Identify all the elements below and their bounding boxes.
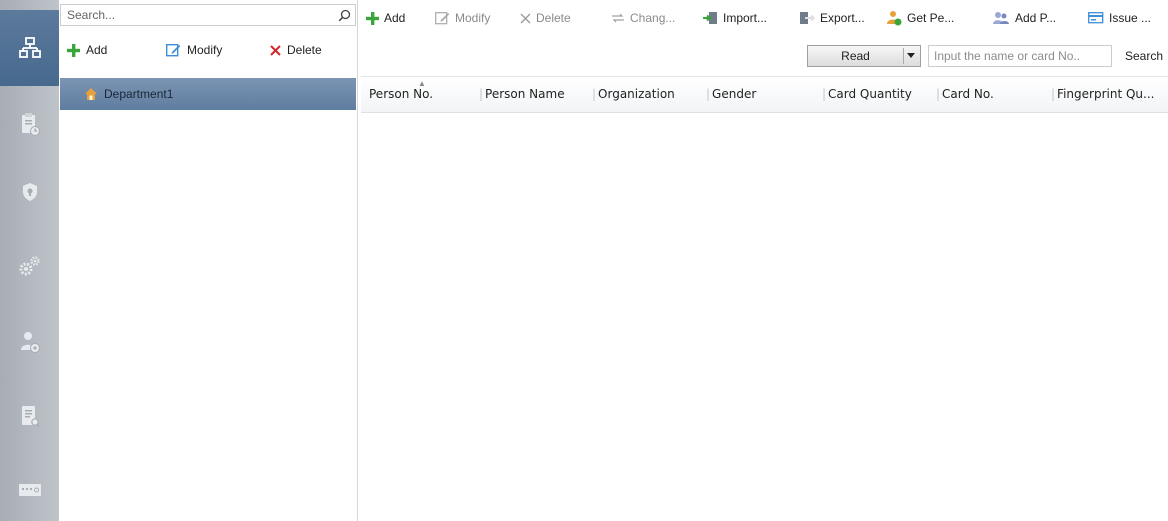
person-add-button[interactable]: Add [366,8,405,28]
tree-item-department[interactable]: Department1 [60,78,356,110]
home-icon [84,87,98,101]
edit-icon [166,44,181,57]
organization-delete-label: Delete [287,43,322,57]
organization-delete-button[interactable]: Delete [270,40,322,60]
person-add-label: Add [384,11,406,25]
column-header-person-no[interactable]: Person No. [369,77,433,112]
person-delete-button[interactable]: Delete [520,8,571,28]
people-add-icon [993,11,1009,24]
column-header-gender[interactable]: | Gender [706,77,756,112]
person-settings-icon [20,332,40,353]
organization-modify-button[interactable]: Modify [166,40,222,60]
organization-search-box [60,4,356,26]
column-header-fingerprint[interactable]: | Fingerprint Qu... [1051,77,1154,112]
nav-item-device[interactable] [0,470,59,510]
card-search-button[interactable]: Search [1125,49,1163,63]
person-table: ▲ Person No. | Person Name | Organization … [361,76,1168,521]
person-import-button[interactable]: Import... [702,8,767,28]
plus-icon [67,43,80,57]
edit-icon [435,12,450,25]
card-search-box [928,45,1114,67]
organization-search-input[interactable] [61,5,327,25]
issue-card-button[interactable]: Issue ... [1088,8,1151,28]
person-export-label: Export... [820,11,865,25]
chevron-down-icon[interactable] [903,48,918,64]
nav-item-attendance[interactable] [0,104,59,144]
search-icon [338,9,350,21]
organization-panel: Add Modify Delete Department1 [60,0,358,521]
nav-item-settings[interactable] [0,246,59,286]
shield-icon [22,183,37,201]
nav-item-report[interactable] [0,396,59,436]
import-icon [703,11,717,24]
person-modify-button[interactable]: Modify [435,8,490,28]
organization-modify-label: Modify [187,43,223,57]
column-header-card-quantity[interactable]: | Card Quantity [822,77,912,112]
close-icon [520,13,531,23]
person-export-button[interactable]: Export... [799,8,865,28]
column-header-card-no[interactable]: | Card No. [936,77,994,112]
issue-card-label: Issue ... [1109,11,1152,25]
card-search-input[interactable] [929,46,1114,66]
read-card-dropdown[interactable]: Read [807,45,921,67]
column-header-organization[interactable]: | Organization [592,77,675,112]
add-person-button[interactable]: Add P... [992,8,1056,28]
report-search-icon [21,406,40,427]
person-import-label: Import... [723,11,768,25]
clipboard-clock-icon [21,113,40,136]
nav-item-organization[interactable] [0,10,59,86]
person-toolbar: Add Modify Delete Chang... Import... Exp… [366,8,1168,28]
nav-item-person-config[interactable] [0,322,59,362]
keypad-device-icon [18,484,41,496]
read-card-label: Read [841,49,870,63]
organization-add-label: Add [86,43,108,57]
person-delete-label: Delete [536,11,571,25]
card-issue-icon [1088,11,1104,23]
navigation-rail [0,0,59,521]
person-change-button[interactable]: Chang... [611,8,675,28]
person-download-icon [887,11,902,26]
add-person-label: Add P... [1015,11,1057,25]
table-header: ▲ Person No. | Person Name | Organization … [361,76,1168,113]
department-label: Department1 [104,87,174,101]
organization-icon [18,37,41,58]
person-modify-label: Modify [455,11,491,25]
organization-search-button[interactable] [333,5,355,25]
person-change-label: Chang... [630,11,676,25]
nav-item-security[interactable] [0,172,59,212]
export-icon [800,11,815,24]
close-icon [270,44,281,56]
organization-add-button[interactable]: Add [67,40,107,60]
column-header-person-name[interactable]: | Person Name [479,77,565,112]
gears-icon [19,256,40,276]
get-person-button[interactable]: Get Pe... [886,8,954,28]
get-person-label: Get Pe... [907,11,955,25]
swap-icon [612,13,624,23]
plus-icon [366,11,379,25]
